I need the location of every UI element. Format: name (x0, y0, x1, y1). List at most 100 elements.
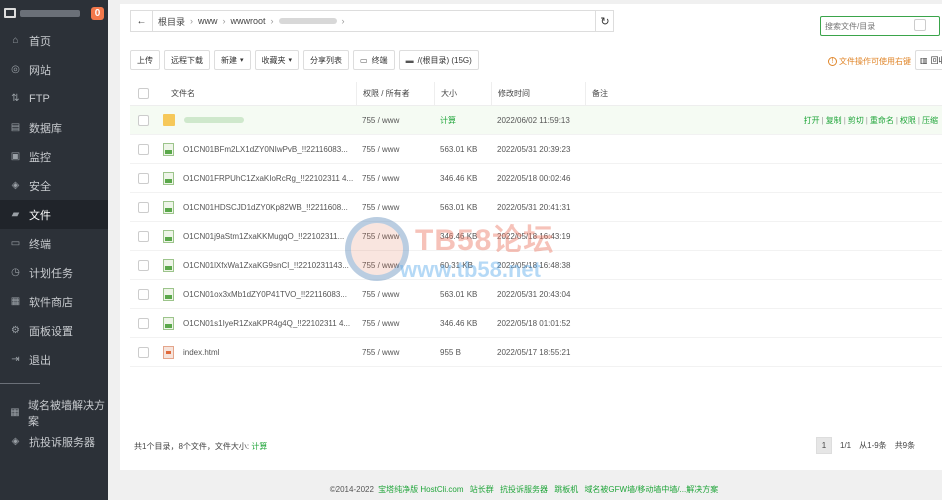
sidebar-item[interactable]: ▰ 文件 (0, 200, 108, 229)
file-name[interactable]: O1CN01HDSCJD1dZY0Kp82WB_!!2211608... (183, 203, 348, 212)
row-checkbox[interactable] (138, 201, 149, 213)
row-checkbox[interactable] (138, 172, 149, 184)
file-name[interactable]: index.html (183, 348, 219, 357)
row-checkbox[interactable] (138, 259, 149, 271)
table-row[interactable]: O1CN01lXfxWa1ZxaKG9snCI_!!2210231143... 7… (130, 251, 942, 280)
footer-link[interactable]: 抗投诉服务器 (500, 485, 548, 494)
row-checkbox-cell (130, 143, 163, 155)
sidebar-item[interactable]: ⌂ 首页 (0, 26, 108, 55)
row-action-link[interactable]: 复制 (826, 115, 842, 126)
sidebar-item[interactable]: ⇥ 退出 (0, 345, 108, 374)
row-checkbox[interactable] (138, 230, 149, 242)
row-action-link[interactable]: 重命名 (870, 115, 894, 126)
sidebar-item[interactable]: ◈ 抗投诉服务器 (0, 427, 108, 456)
file-name-cell[interactable]: O1CN01BFm2LX1dZY0NIwPvB_!!22116083... (163, 142, 356, 156)
sidebar-item[interactable]: ▭ 终端 (0, 229, 108, 258)
notification-badge[interactable]: 0 (91, 6, 104, 20)
file-name-blurred[interactable] (184, 117, 244, 123)
file-name-cell[interactable]: O1CN01ox3xMb1dZY0P41TVO_!!22116083... (163, 287, 356, 301)
path-segment-blurred[interactable] (278, 18, 337, 24)
file-perm[interactable]: 755 / www (356, 116, 434, 125)
disk-button[interactable]: ▬/(根目录) (15G) (398, 50, 479, 70)
row-action-link[interactable]: 打开 (804, 115, 820, 126)
file-perm[interactable]: 755 / www (356, 203, 434, 212)
file-name-cell[interactable]: O1CN01s1IyeR1ZxaKPR4g4Q_!!22102311 4... (163, 316, 356, 330)
row-action-link[interactable]: 压缩 (922, 115, 938, 126)
file-name-cell[interactable]: O1CN01FRPUhC1ZxaKIoRcRg_!!22102311 4... (163, 171, 356, 185)
sidebar-item[interactable]: ▦ 软件商店 (0, 287, 108, 316)
row-checkbox[interactable] (138, 114, 149, 126)
upload-button[interactable]: 上传 (130, 50, 160, 70)
row-action-link[interactable]: 剪切 (848, 115, 864, 126)
favorites-button[interactable]: 收藏夹 ▾ (254, 50, 300, 70)
table-row[interactable]: O1CN01s1IyeR1ZxaKPR4g4Q_!!22102311 4... 7… (130, 309, 942, 338)
path-segment-wwwroot[interactable]: wwwroot (226, 16, 271, 26)
file-perm[interactable]: 755 / www (356, 319, 434, 328)
summary-calc-link[interactable]: 计算 (251, 442, 267, 451)
path-segment-root[interactable]: 根目录 (153, 15, 190, 28)
sidebar-item[interactable]: ▤ 数据库 (0, 113, 108, 142)
table-row[interactable]: 755 / www 计算 2022/06/02 11:59:13 打开 | 复制 | 剪切 | 重… (130, 106, 942, 135)
table-row[interactable]: O1CN01BFm2LX1dZY0NIwPvB_!!22116083... 755… (130, 135, 942, 164)
footer-link[interactable]: 站长群 (470, 485, 494, 494)
recycle-bin-button[interactable]: ▥ 回收站 (915, 50, 942, 70)
file-name[interactable]: O1CN01ox3xMb1dZY0P41TVO_!!22116083... (183, 290, 347, 299)
file-name[interactable]: O1CN01FRPUhC1ZxaKIoRcRg_!!22102311 4... (183, 174, 353, 183)
table-row[interactable]: index.html 755 / www 955 B 2022/05/17 18:55… (130, 338, 942, 367)
sidebar-item[interactable]: ◎ 网站 (0, 55, 108, 84)
back-icon[interactable]: ← (131, 11, 153, 31)
table-row[interactable]: O1CN01ox3xMb1dZY0P41TVO_!!22116083... 755… (130, 280, 942, 309)
new-button[interactable]: 新建 ▾ (214, 50, 251, 70)
sidebar-item[interactable]: ⇅ FTP (0, 84, 108, 113)
file-name-cell[interactable] (163, 114, 356, 126)
size-calc-link[interactable]: 计算 (434, 115, 491, 126)
table-row[interactable]: O1CN01HDSCJD1dZY0Kp82WB_!!2211608... 755 … (130, 193, 942, 222)
footer-link[interactable]: 跳板机 (554, 485, 578, 494)
file-name[interactable]: O1CN01j9aStm1ZxaKKMugqO_!!22102311... (183, 232, 344, 241)
file-perm[interactable]: 755 / www (356, 261, 434, 270)
row-action-link[interactable]: 权限 (900, 115, 916, 126)
path-bar[interactable]: ← 根目录 › www › wwwroot › › (130, 10, 614, 32)
header-mtime[interactable]: 修改时间 (491, 81, 585, 106)
sidebar-item[interactable]: ▣ 监控 (0, 142, 108, 171)
file-perm[interactable]: 755 / www (356, 145, 434, 154)
footer-link[interactable]: 域名被GFW墙/移动墙中墙/...解决方案 (584, 485, 718, 494)
refresh-icon[interactable]: ↻ (595, 10, 614, 32)
file-perm[interactable]: 755 / www (356, 290, 434, 299)
row-checkbox[interactable] (138, 143, 149, 155)
search-button[interactable] (914, 19, 926, 31)
file-name[interactable]: O1CN01lXfxWa1ZxaKG9snCI_!!2210231143... (183, 261, 349, 270)
file-name-cell[interactable]: O1CN01HDSCJD1dZY0Kp82WB_!!2211608... (163, 200, 356, 214)
terminal-button[interactable]: ▭ 终端 (353, 50, 395, 70)
sidebar-item[interactable]: ⚙ 面板设置 (0, 316, 108, 345)
header-name[interactable]: 文件名 (163, 88, 356, 99)
sidebar-item[interactable]: ◷ 计划任务 (0, 258, 108, 287)
row-checkbox[interactable] (138, 317, 149, 329)
share-list-label: 分享列表 (310, 55, 343, 65)
page-button[interactable]: 1 (816, 437, 832, 454)
select-all-checkbox[interactable] (138, 88, 149, 99)
sidebar-item[interactable]: ◈ 安全 (0, 171, 108, 200)
row-checkbox-cell (130, 114, 163, 126)
row-checkbox[interactable] (138, 288, 149, 300)
footer-link[interactable]: 宝塔纯净版 HostCli.com (378, 485, 463, 494)
copyright: ©2014-2022 宝塔纯净版 HostCli.com 站长群 抗投诉服务器 … (108, 484, 942, 495)
table-row[interactable]: O1CN01j9aStm1ZxaKKMugqO_!!22102311... 755… (130, 222, 942, 251)
file-name[interactable]: O1CN01s1IyeR1ZxaKPR4g4Q_!!22102311 4... (183, 319, 350, 328)
file-perm[interactable]: 755 / www (356, 232, 434, 241)
sidebar-item[interactable]: ▦ 域名被墙解决方案 (0, 398, 108, 428)
path-segment-www[interactable]: www (193, 16, 223, 26)
row-checkbox[interactable] (138, 346, 149, 358)
file-name-cell[interactable]: O1CN01lXfxWa1ZxaKG9snCI_!!2210231143... (163, 258, 356, 272)
file-perm[interactable]: 755 / www (356, 348, 434, 357)
file-perm[interactable]: 755 / www (356, 174, 434, 183)
header-perm[interactable]: 权限 / 所有者 (356, 81, 434, 106)
header-size[interactable]: 大小 (434, 81, 491, 106)
file-name-cell[interactable]: O1CN01j9aStm1ZxaKKMugqO_!!22102311... (163, 229, 356, 243)
file-name-cell[interactable]: index.html (163, 345, 356, 359)
file-name[interactable]: O1CN01BFm2LX1dZY0NIwPvB_!!22116083... (183, 145, 348, 154)
sidebar: 0 ⌂ 首页 ◎ 网站 ⇅ FTP ▤ 数据库 ▣ 监控 ◈ 安全 ▰ 文件 ▭ 终端 ◷ 计划任务 ▦ 软件商店 ⚙ 面… (0, 0, 108, 500)
remote-download-button[interactable]: 远程下载 (164, 50, 210, 70)
share-list-button[interactable]: 分享列表 (303, 50, 350, 70)
table-row[interactable]: O1CN01FRPUhC1ZxaKIoRcRg_!!22102311 4... 7… (130, 164, 942, 193)
